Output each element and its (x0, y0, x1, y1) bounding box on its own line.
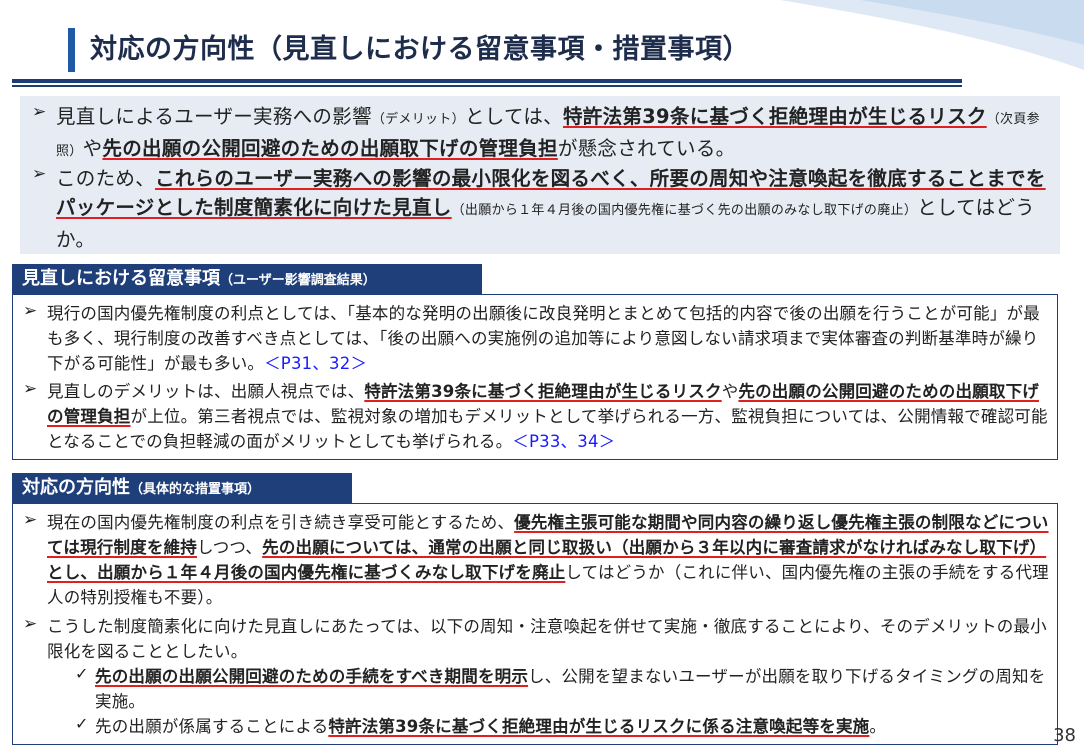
section-2-title: 対応の方向性 (22, 477, 130, 498)
emphasis-span: 特許法第39条に基づく拒絶理由が生じるリスクに係る注意喚起等を実施 (328, 717, 870, 736)
section-1-tab: 見直しにおける留意事項（ユーザー影響調査結果） (12, 264, 482, 294)
section-1-title: 見直しにおける留意事項 (22, 268, 220, 289)
section-2-check-2-text: 先の出願が係属することによる特許法第39条に基づく拒絶理由が生じるリスクに係る注… (95, 714, 886, 739)
page-title: 対応の方向性（見直しにおける留意事項・措置事項） (90, 34, 750, 65)
section-2-item-1-text: 現在の国内優先権制度の利点を引き続き享受可能とするため、優先権主張可能な期間や同… (47, 510, 1049, 610)
emphasis-span: 特許法第39条に基づく拒絶理由が生じるリスク (364, 382, 722, 401)
section-2-item-2-text: こうした制度簡素化に向けた見直しにあたっては、以下の周知・注意喚起を併せて実施・… (47, 617, 1047, 661)
summary-item-1: ➢ 見直しによるユーザー実務への影響（デメリット）としては、特許法第39条に基づ… (32, 102, 1052, 166)
page-number: 38 (1053, 725, 1076, 746)
section-2-item-1: ➢ 現在の国内優先権制度の利点を引き続き享受可能とするため、優先権主張可能な期間… (23, 510, 1049, 610)
title-divider-thin (12, 85, 962, 87)
text-span: 見直しによるユーザー実務への影響 (56, 105, 372, 128)
text-span: 先の出願が係属することによる (95, 717, 329, 736)
text-span: や (721, 382, 739, 401)
section-2-item-2: ➢ こうした制度簡素化に向けた見直しにあたっては、以下の周知・注意喚起を併せて実… (23, 614, 1049, 664)
summary-item-1-text: 見直しによるユーザー実務への影響（デメリット）としては、特許法第39条に基づく拒… (56, 102, 1052, 166)
section-1-box: ➢ 現行の国内優先権制度の利点としては、「基本的な発明の出願後に改良発明とまとめ… (12, 294, 1058, 460)
arrow-bullet-icon: ➢ (23, 614, 38, 634)
arrow-bullet-icon: ➢ (23, 301, 38, 321)
section-1-item-2: ➢ 見直しのデメリットは、出願人視点では、特許法第39条に基づく拒絶理由が生じる… (23, 379, 1049, 454)
section-1-item-1: ➢ 現行の国内優先権制度の利点としては、「基本的な発明の出願後に改良発明とまとめ… (23, 301, 1049, 376)
section-2-tab: 対応の方向性（具体的な措置事項） (12, 473, 352, 503)
section-2-check-2: ✓ 先の出願が係属することによる特許法第39条に基づく拒絶理由が生じるリスクに係… (75, 714, 1049, 739)
summary-box: ➢ 見直しによるユーザー実務への影響（デメリット）としては、特許法第39条に基づ… (20, 96, 1060, 254)
text-span: 現行の国内優先権制度の利点としては、「基本的な発明の出願後に改良発明とまとめて包… (47, 304, 1040, 373)
text-span: このため、 (56, 167, 156, 190)
section-1-item-1-text: 現行の国内優先権制度の利点としては、「基本的な発明の出願後に改良発明とまとめて包… (47, 301, 1049, 376)
arrow-bullet-icon: ➢ (23, 510, 38, 530)
note-span: （デメリット） (371, 112, 465, 127)
text-span: しつつ、 (196, 538, 263, 557)
check-icon: ✓ (75, 664, 89, 683)
section-2-subtitle: （具体的な措置事項） (130, 482, 261, 497)
text-span: が懸念されている。 (557, 137, 736, 160)
text-span: 見直しのデメリットは、出願人視点では、 (47, 382, 365, 401)
text-span: や (82, 137, 103, 160)
summary-item-2: ➢ このため、これらのユーザー実務への影響の最小限化を図るべく、所要の周知や注意… (32, 164, 1052, 254)
section-2-check-1: ✓ 先の出願の出願公開回避のための手続をすべき期間を明示し、公開を望まないユーザ… (75, 664, 1049, 714)
arrow-bullet-icon: ➢ (32, 164, 47, 184)
page-reference-link[interactable]: ＜P31、32＞ (264, 354, 367, 373)
summary-item-2-text: このため、これらのユーザー実務への影響の最小限化を図るべく、所要の周知や注意喚起… (56, 164, 1052, 254)
page-reference-link[interactable]: ＜P33、34＞ (512, 432, 615, 451)
check-icon: ✓ (75, 714, 89, 733)
text-span: 現在の国内優先権制度の利点を引き続き享受可能とするため、 (47, 513, 515, 532)
text-span: 。 (869, 717, 887, 736)
title-divider (12, 79, 962, 83)
emphasis-span: 特許法第39条に基づく拒絶理由が生じるリスク (562, 105, 987, 128)
title-accent-bar (68, 28, 75, 72)
section-1-item-2-text: 見直しのデメリットは、出願人視点では、特許法第39条に基づく拒絶理由が生じるリス… (47, 379, 1049, 454)
section-1-subtitle: （ユーザー影響調査結果） (220, 273, 376, 288)
text-span: としては、 (464, 105, 563, 128)
section-2-check-1-text: 先の出願の出願公開回避のための手続をすべき期間を明示し、公開を望まないユーザーが… (95, 664, 1049, 714)
emphasis-span: 先の出願の出願公開回避のための手続をすべき期間を明示 (95, 667, 529, 686)
section-2-box: ➢ 現在の国内優先権制度の利点を引き続き享受可能とするため、優先権主張可能な期間… (12, 503, 1058, 745)
arrow-bullet-icon: ➢ (32, 102, 47, 122)
note-span: （出願から１年４月後の国内優先権に基づく先の出願のみなし取下げの廃止） (451, 203, 918, 218)
arrow-bullet-icon: ➢ (23, 379, 38, 399)
emphasis-span: 先の出願の公開回避のための出願取下げの管理負担 (102, 137, 558, 160)
